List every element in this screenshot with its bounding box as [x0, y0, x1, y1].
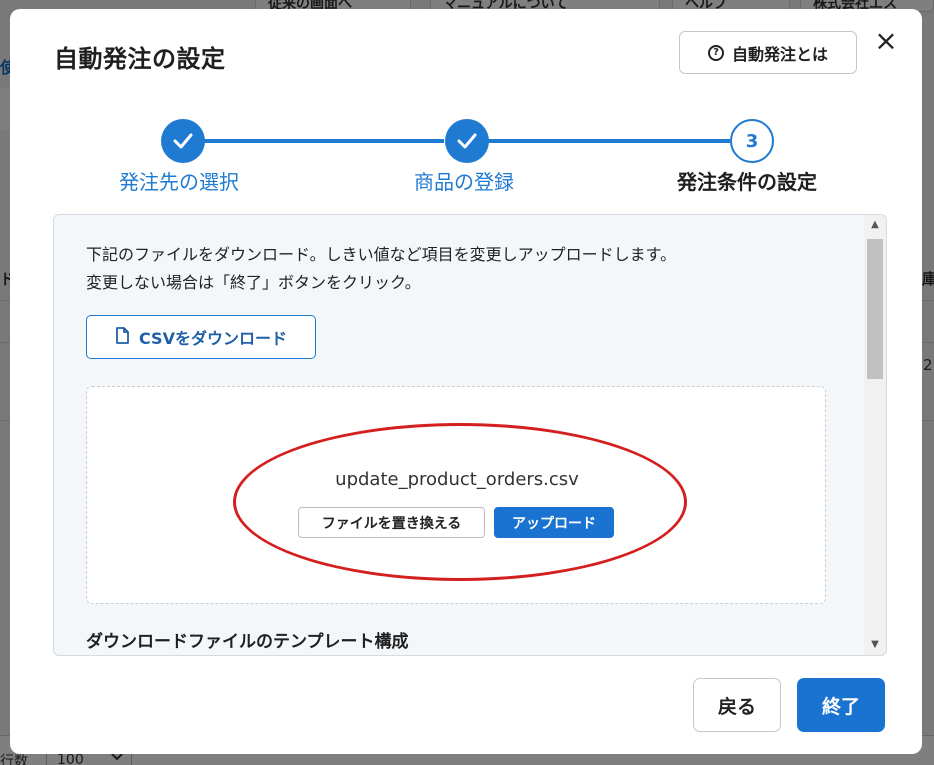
step-1-check-icon: [161, 119, 205, 163]
scroll-thumb[interactable]: [867, 239, 883, 379]
replace-file-button[interactable]: ファイルを置き換える: [298, 507, 485, 538]
document-icon: [115, 326, 129, 348]
scroll-up-arrow-icon[interactable]: ▲: [864, 217, 886, 233]
scroll-down-arrow-icon[interactable]: ▼: [864, 637, 886, 653]
finish-button[interactable]: 終了: [797, 678, 885, 732]
step-connector: [488, 139, 730, 143]
step-3-number: 3: [730, 119, 774, 163]
settings-panel[interactable]: 下記のファイルをダウンロード。しきい値など項目を変更しアップロードします。 変更…: [53, 214, 887, 656]
step-1-label: 発注先の選択: [119, 170, 239, 194]
selected-file-name: update_product_orders.csv: [335, 469, 579, 490]
upload-button[interactable]: アップロード: [494, 507, 614, 538]
step-2-label: 商品の登録: [414, 170, 514, 194]
step-2-check-icon: [445, 119, 489, 163]
auto-order-settings-dialog: 自動発注の設定 ? 自動発注とは × 発注先の選択 商品の登録 3 発注条件の設…: [10, 9, 922, 754]
csv-download-button[interactable]: CSVをダウンロード: [86, 315, 316, 359]
instruction-line-1: 下記のファイルをダウンロード。しきい値など項目を変更しアップロードします。: [86, 245, 677, 264]
instructions: 下記のファイルをダウンロード。しきい値など項目を変更しアップロードします。 変更…: [86, 241, 676, 297]
step-3-label: 発注条件の設定: [677, 170, 817, 194]
step-connector: [204, 139, 444, 143]
csv-download-label: CSVをダウンロード: [139, 329, 287, 348]
file-dropzone[interactable]: update_product_orders.csv ファイルを置き換える アップ…: [86, 386, 826, 604]
stepper: 発注先の選択 商品の登録 3 発注条件の設定: [10, 9, 922, 209]
template-structure-heading: ダウンロードファイルのテンプレート構成: [86, 632, 409, 652]
panel-scrollbar[interactable]: ▲ ▼: [864, 215, 886, 655]
back-button[interactable]: 戻る: [693, 678, 781, 732]
instruction-line-2: 変更しない場合は「終了」ボタンをクリック。: [86, 273, 421, 292]
